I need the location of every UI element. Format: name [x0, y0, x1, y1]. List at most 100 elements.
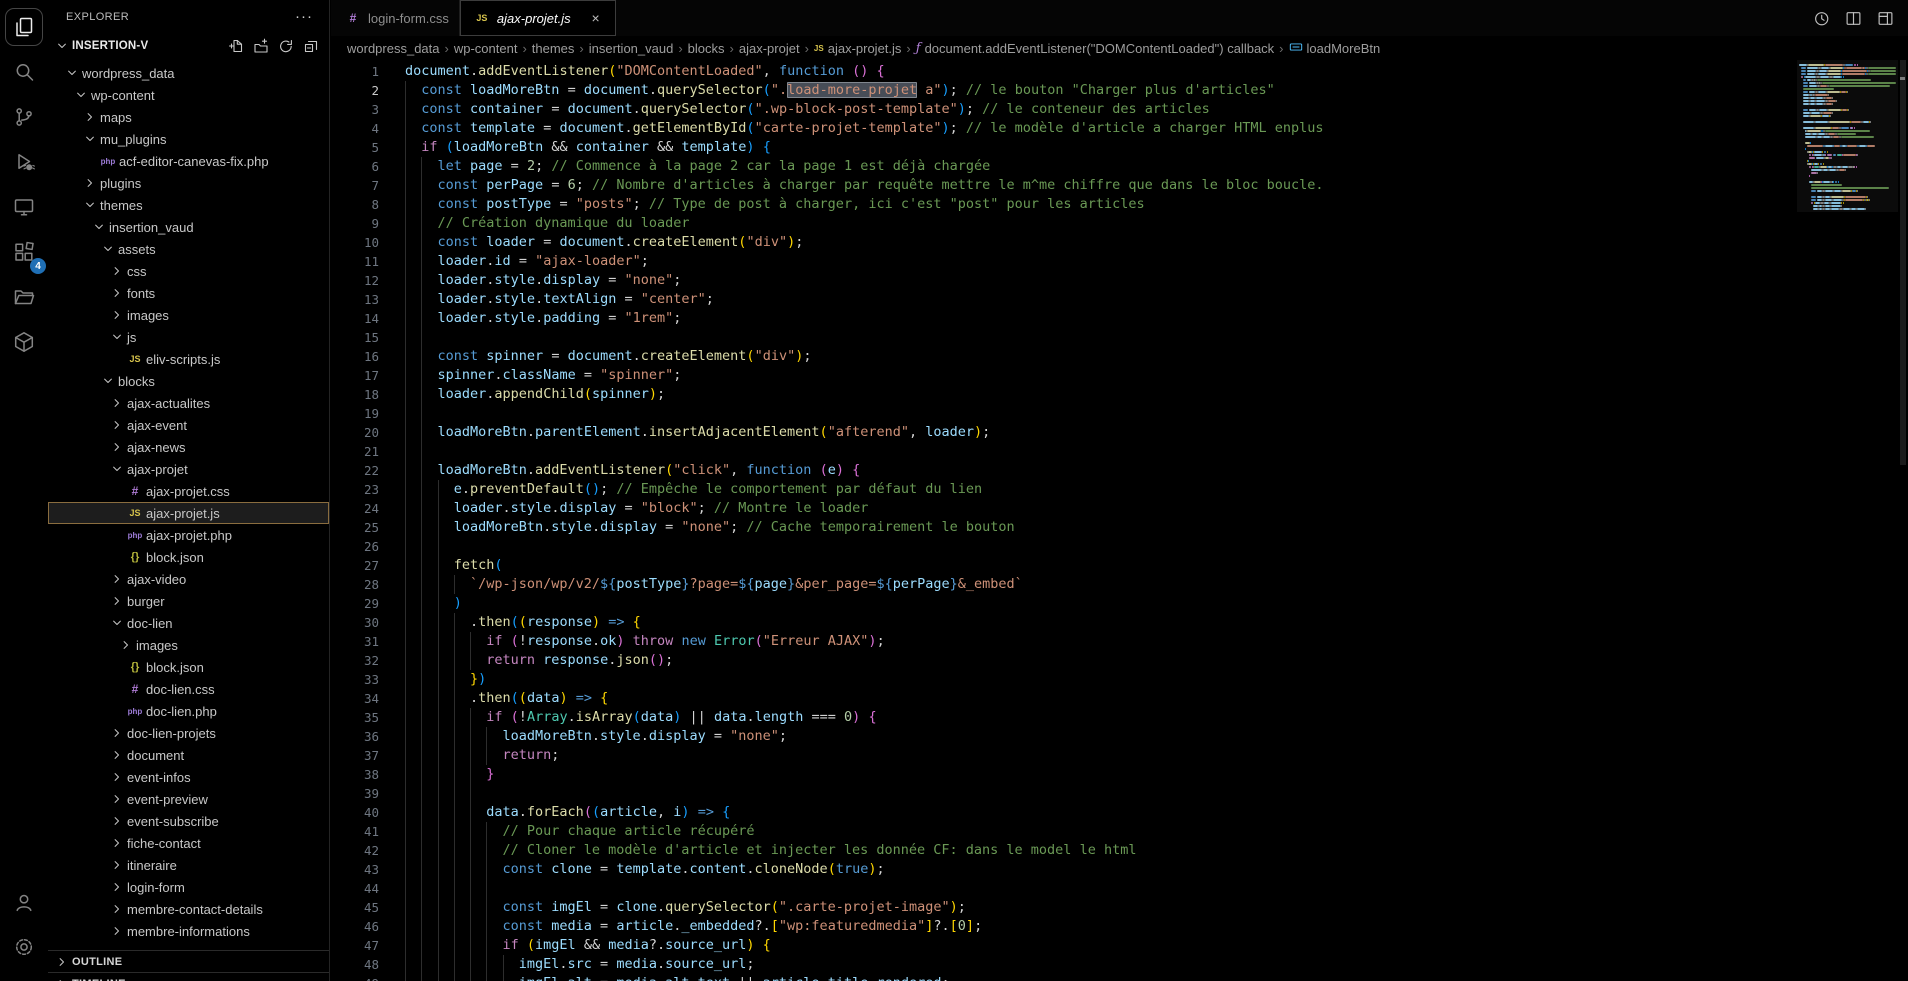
tree-item-document[interactable]: document [48, 744, 329, 766]
activity-item-settings[interactable] [5, 928, 43, 966]
sidebar-section-outline[interactable]: OUTLINE [48, 950, 329, 972]
tree-item-event-subscribe[interactable]: event-subscribe [48, 810, 329, 832]
scrollbar[interactable] [1898, 60, 1908, 981]
activity-item-extensions[interactable]: 4 [5, 233, 43, 271]
tree-item-wordpress-data[interactable]: wordpress_data [48, 62, 329, 84]
activity-item-run-debug[interactable] [5, 143, 43, 181]
code-line[interactable]: 5if (loadMoreBtn && container && templat… [331, 138, 1797, 157]
tree-item-membre-informations[interactable]: membre-informations [48, 920, 329, 942]
code-line[interactable]: 48imgEl.src = media.source_url; [331, 955, 1797, 974]
code-line[interactable]: 3const container = document.querySelecto… [331, 100, 1797, 119]
tree-item-doc-lien-projets[interactable]: doc-lien-projets [48, 722, 329, 744]
tree-item-js[interactable]: js [48, 326, 329, 348]
breadcrumb-item-wordpress-data[interactable]: wordpress_data [347, 41, 440, 56]
code-line[interactable]: 30.then((response) => { [331, 613, 1797, 632]
code-line[interactable]: 16const spinner = document.createElement… [331, 347, 1797, 366]
split-editor-icon[interactable] [1845, 10, 1862, 27]
code-line[interactable]: 19 [331, 404, 1797, 423]
new-folder-icon[interactable] [253, 38, 269, 54]
tree-item-membre-contact-details[interactable]: membre-contact-details [48, 898, 329, 920]
tree-item-fonts[interactable]: fonts [48, 282, 329, 304]
new-file-icon[interactable] [228, 38, 244, 54]
code-line[interactable]: 39 [331, 784, 1797, 803]
code-line[interactable]: 17spinner.className = "spinner"; [331, 366, 1797, 385]
tree-item-event-infos[interactable]: event-infos [48, 766, 329, 788]
code-line[interactable]: 33}) [331, 670, 1797, 689]
code-line[interactable]: 40data.forEach((article, i) => { [331, 803, 1797, 822]
code-line[interactable]: 38} [331, 765, 1797, 784]
code-line[interactable]: 31if (!response.ok) throw new Error("Err… [331, 632, 1797, 651]
tree-item-acf-editor-canevas-fix-php[interactable]: phpacf-editor-canevas-fix.php [48, 150, 329, 172]
code-line[interactable]: 6let page = 2; // Commence à la page 2 c… [331, 157, 1797, 176]
code-line[interactable]: 7const perPage = 6; // Nombre d'articles… [331, 176, 1797, 195]
code-line[interactable]: 13loader.style.textAlign = "center"; [331, 290, 1797, 309]
code-line[interactable]: 12loader.style.display = "none"; [331, 271, 1797, 290]
breadcrumb-item-themes[interactable]: themes [532, 41, 575, 56]
code-line[interactable]: 10const loader = document.createElement(… [331, 233, 1797, 252]
activity-item-package[interactable] [5, 323, 43, 361]
sidebar-section-timeline[interactable]: TIMELINE [48, 972, 329, 981]
activity-item-remote-explorer[interactable] [5, 188, 43, 226]
code-line[interactable]: 1document.addEventListener("DOMContentLo… [331, 62, 1797, 81]
tree-item-block-json[interactable]: {}block.json [48, 656, 329, 678]
code-line[interactable]: 23e.preventDefault(); // Empêche le comp… [331, 480, 1797, 499]
tab-close-button[interactable]: × [587, 9, 605, 27]
tree-item-event-preview[interactable]: event-preview [48, 788, 329, 810]
tree-item-css[interactable]: css [48, 260, 329, 282]
code-line[interactable]: 4const template = document.getElementByI… [331, 119, 1797, 138]
refresh-icon[interactable] [278, 38, 294, 54]
collapse-all-icon[interactable] [303, 38, 319, 54]
activity-item-account[interactable] [5, 883, 43, 921]
tree-item-blocks[interactable]: blocks [48, 370, 329, 392]
breadcrumb-item-blocks[interactable]: blocks [688, 41, 725, 56]
more-actions-icon[interactable]: ··· [295, 12, 313, 22]
code-line[interactable]: 22loadMoreBtn.addEventListener("click", … [331, 461, 1797, 480]
code-line[interactable]: 37return; [331, 746, 1797, 765]
code-line[interactable]: 47if (imgEl && media?.source_url) { [331, 936, 1797, 955]
tree-item-eliv-scripts-js[interactable]: JSeliv-scripts.js [48, 348, 329, 370]
tab-login-form-css[interactable]: #login-form.css [331, 0, 460, 36]
tree-item-doc-lien[interactable]: doc-lien [48, 612, 329, 634]
code-line[interactable]: 25loadMoreBtn.style.display = "none"; //… [331, 518, 1797, 537]
activity-item-explorer[interactable] [5, 8, 43, 46]
tree-item-assets[interactable]: assets [48, 238, 329, 260]
code-line[interactable]: 27fetch( [331, 556, 1797, 575]
code-line[interactable]: 14loader.style.padding = "1rem"; [331, 309, 1797, 328]
breadcrumb-item-insertion-vaud[interactable]: insertion_vaud [589, 41, 674, 56]
code-line[interactable]: 29) [331, 594, 1797, 613]
code-line[interactable]: 49imgEl.alt = media.alt_text || article.… [331, 974, 1797, 981]
code-line[interactable]: 28`/wp-json/wp/v2/${postType}?page=${pag… [331, 575, 1797, 594]
tree-item-block-json[interactable]: {}block.json [48, 546, 329, 568]
code-line[interactable]: 18loader.appendChild(spinner); [331, 385, 1797, 404]
code-line[interactable]: 45const imgEl = clone.querySelector(".ca… [331, 898, 1797, 917]
breadcrumb-item-ajax-projet[interactable]: ajax-projet [739, 41, 800, 56]
tree-item-doc-lien-css[interactable]: #doc-lien.css [48, 678, 329, 700]
tree-item-themes[interactable]: themes [48, 194, 329, 216]
tree-item-ajax-projet[interactable]: ajax-projet [48, 458, 329, 480]
code-line[interactable]: 41// Pour chaque article récupéré [331, 822, 1797, 841]
code-line[interactable]: 11loader.id = "ajax-loader"; [331, 252, 1797, 271]
code-line[interactable]: 24loader.style.display = "block"; // Mon… [331, 499, 1797, 518]
tree-item-fiche-contact[interactable]: fiche-contact [48, 832, 329, 854]
code-line[interactable]: 32return response.json(); [331, 651, 1797, 670]
breadcrumb-item-ajax-projet-js[interactable]: JSajax-projet.js [814, 41, 902, 56]
tree-item-images[interactable]: images [48, 304, 329, 326]
tree-item-doc-lien-php[interactable]: phpdoc-lien.php [48, 700, 329, 722]
scrollbar-thumb[interactable] [1900, 60, 1906, 465]
activity-item-folder-opened[interactable] [5, 278, 43, 316]
code-line[interactable]: 36loadMoreBtn.style.display = "none"; [331, 727, 1797, 746]
breadcrumb-item-document-addeventlistener-domcontentload[interactable]: ƒdocument.addEventListener("DOMContentLo… [916, 41, 1274, 56]
code-line[interactable]: 8const postType = "posts"; // Type de po… [331, 195, 1797, 214]
tree-item-ajax-event[interactable]: ajax-event [48, 414, 329, 436]
code-line[interactable]: 42// Cloner le modèle d'article et injec… [331, 841, 1797, 860]
code-line[interactable]: 9// Création dynamique du loader [331, 214, 1797, 233]
activity-item-source-control[interactable] [5, 98, 43, 136]
explorer-section-header[interactable]: INSERTION-V [48, 34, 329, 58]
code-line[interactable]: 44 [331, 879, 1797, 898]
tree-item-images[interactable]: images [48, 634, 329, 656]
tree-item-mu-plugins[interactable]: mu_plugins [48, 128, 329, 150]
tree-item-insertion-vaud[interactable]: insertion_vaud [48, 216, 329, 238]
tree-item-ajax-projet-css[interactable]: #ajax-projet.css [48, 480, 329, 502]
tree-item-ajax-projet-js[interactable]: JSajax-projet.js [48, 502, 329, 524]
tree-item-login-form[interactable]: login-form [48, 876, 329, 898]
